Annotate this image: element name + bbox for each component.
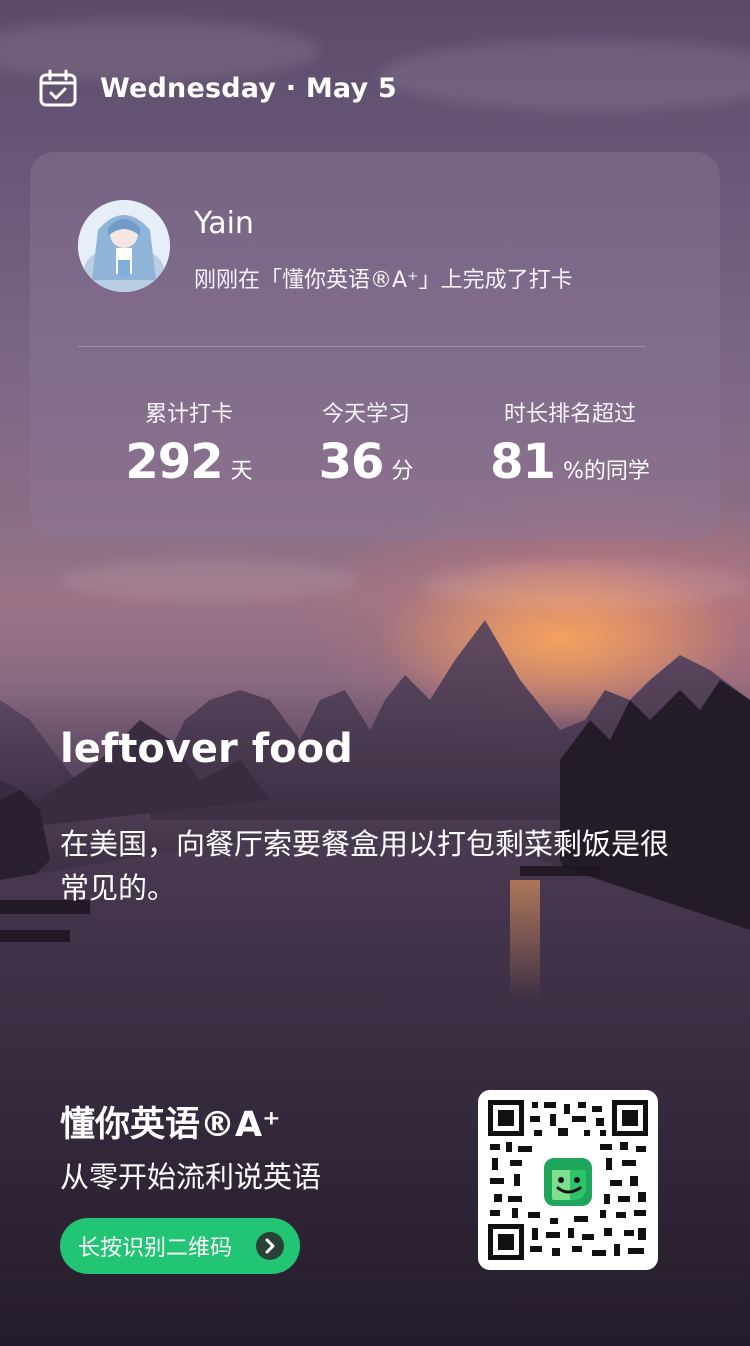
stat-total-days: 累计打卡 292 天 bbox=[90, 396, 288, 490]
user-name: Yain bbox=[194, 206, 254, 241]
avatar-image bbox=[78, 200, 170, 292]
stat-unit: 天 bbox=[230, 459, 253, 484]
daily-sentence: 在美国，向餐厅索要餐盒用以打包剩菜剩饭是很常见的。 bbox=[60, 827, 670, 905]
app-logo-icon bbox=[544, 1158, 592, 1206]
checkin-share-page: Wednesday · May 5 Yain 刚刚在「懂你英语®A⁺」上完成了打… bbox=[0, 0, 750, 1346]
stat-unit: %的同学 bbox=[562, 459, 650, 484]
brand-name: 懂你英语®A⁺ bbox=[60, 1105, 281, 1145]
stat-today-minutes: 今天学习 36 分 bbox=[286, 396, 446, 490]
stat-rank-percent: 时长排名超过 81 %的同学 bbox=[480, 396, 660, 490]
checkin-status: 刚刚在「懂你英语®A⁺」上完成了打卡 bbox=[194, 268, 573, 293]
stat-label: 时长排名超过 bbox=[503, 402, 636, 427]
stat-value: 36 bbox=[318, 434, 385, 490]
calendar-check-icon bbox=[39, 69, 77, 107]
stat-label: 今天学习 bbox=[321, 402, 410, 427]
chevron-right-circle-icon bbox=[256, 1232, 284, 1260]
stat-value: 292 bbox=[125, 434, 223, 490]
date-text: Wednesday · May 5 bbox=[100, 72, 397, 104]
avatar bbox=[78, 200, 170, 292]
stat-unit: 分 bbox=[391, 459, 414, 484]
qr-code[interactable] bbox=[478, 1090, 658, 1270]
stat-label: 累计打卡 bbox=[144, 402, 233, 427]
daily-word: leftover food bbox=[60, 726, 353, 772]
date-header: Wednesday · May 5 bbox=[38, 68, 397, 108]
brand-slogan: 从零开始流利说英语 bbox=[60, 1160, 322, 1194]
stats-row: 累计打卡 292 天 今天学习 36 分 时长排名超过 81 %的同学 bbox=[30, 396, 720, 496]
card-divider bbox=[78, 346, 646, 347]
scan-qr-label: 长按识别二维码 bbox=[78, 1236, 233, 1261]
checkin-card: Yain 刚刚在「懂你英语®A⁺」上完成了打卡 累计打卡 292 天 今天学习 3… bbox=[30, 152, 720, 540]
qr-code-pattern bbox=[488, 1100, 648, 1260]
scan-qr-button[interactable]: 长按识别二维码 bbox=[60, 1218, 300, 1274]
stat-value: 81 bbox=[490, 434, 556, 490]
